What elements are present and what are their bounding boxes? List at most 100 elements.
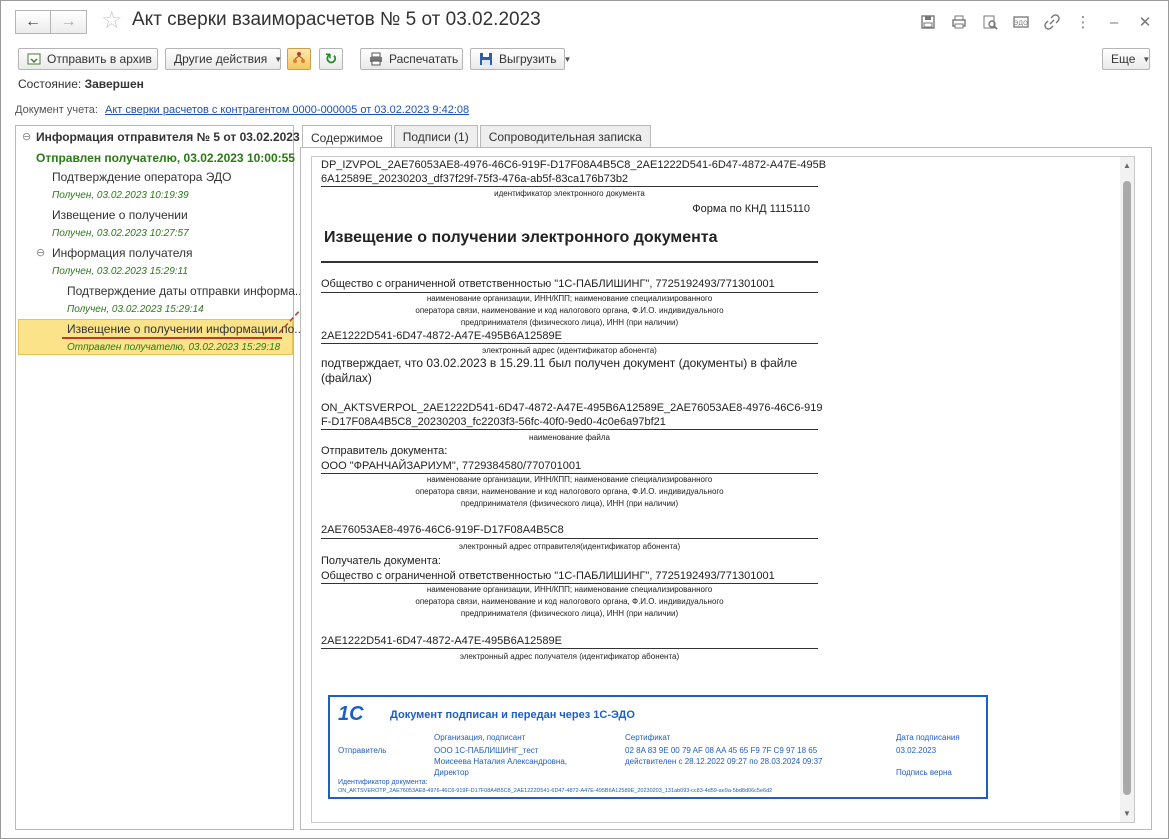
filename-caption: наименование файла (529, 433, 610, 442)
status-label: Состояние: (18, 77, 82, 91)
file-id-line1: DP_IZVPOL_2AE76053AE8-4976-46C6-919F-D17… (321, 159, 827, 171)
address-line: 2AE1222D541-6D47-4872-A47E-495B6A12589E (321, 330, 562, 342)
tree-item-status: Получен, 03.02.2023 10:27:57 (52, 228, 189, 239)
org-caption: оператора связи, наименование и код нало… (415, 487, 724, 496)
file-id-line2: 6A12589E_20230203_df37f29f-75f3-476a-ab5… (321, 173, 629, 185)
tree-item-operator-confirm[interactable]: Подтверждение оператора ЭДО (52, 170, 232, 184)
forward-button[interactable]: → (51, 10, 87, 34)
edo-icon[interactable]: ЭДО (1012, 13, 1030, 31)
tab-cover-note[interactable]: Сопроводительная записка (479, 125, 651, 148)
collapse-icon[interactable]: ⊖ (36, 246, 45, 259)
divider (321, 583, 818, 584)
tab-content[interactable]: Содержимое (302, 125, 392, 149)
scroll-up-icon[interactable]: ▲ (1123, 161, 1131, 170)
tree-root[interactable]: Информация отправителя № 5 от 03.02.2023 (36, 130, 300, 144)
document-view[interactable]: DP_IZVPOL_2AE76053AE8-4976-46C6-919F-D17… (311, 156, 1135, 823)
more-vertical-icon[interactable]: ⋮ (1074, 13, 1092, 31)
divider (321, 186, 818, 187)
org-line: Общество с ограниченной ответственностью… (321, 278, 775, 290)
stamp-org: ООО 1С-ПАБЛИШИНГ_тест (434, 746, 539, 755)
chevron-down-icon: ▼ (274, 54, 283, 64)
org-caption: наименование организации, ИНН/КПП; наиме… (426, 475, 713, 484)
arrow-right-icon: → (60, 13, 77, 30)
refresh-button[interactable]: ↻ (319, 48, 343, 70)
org-caption: предпринимателя (физического лица), ИНН … (460, 318, 679, 327)
tree-item-receiver-info[interactable]: Информация получателя (52, 246, 193, 260)
export-button[interactable]: Выгрузить ▼ (470, 48, 571, 70)
preview-icon[interactable] (981, 13, 999, 31)
stamp-cert-valid: действителен с 28.12.2022 09:27 по 28.03… (625, 757, 823, 766)
title-bar: ← → ☆ Акт сверки взаиморасчетов № 5 от 0… (1, 1, 1168, 43)
export-label: Выгрузить (499, 52, 557, 66)
status-line: Состояние: Завершен (18, 77, 144, 91)
divider (321, 473, 818, 474)
document-heading: Извещение о получении электронного докум… (324, 229, 718, 246)
stamp-person: Моисеева Наталия Александровна, (434, 757, 567, 766)
save-icon[interactable] (919, 13, 937, 31)
tree-item-receipt-notice[interactable]: Извещение о получении (52, 208, 188, 222)
scroll-thumb[interactable] (1123, 181, 1131, 795)
archive-icon (27, 52, 41, 66)
sender-address: 2AE76053AE8-4976-46C6-919F-D17F08A4B5C8 (321, 524, 564, 536)
tree-item-info-receipt-notice[interactable]: Извещение о получении информации по... (67, 322, 304, 336)
knd-form: Форма по КНД 1115110 (692, 203, 810, 215)
sender-address-caption: электронный адрес отправителя(идентифика… (458, 542, 681, 551)
back-button[interactable]: ← (15, 10, 51, 34)
status-value: Завершен (84, 77, 144, 91)
file-id-caption: идентификатор электронного документа (494, 189, 645, 198)
tab-signatures[interactable]: Подписи (1) (393, 125, 478, 148)
divider (321, 429, 818, 430)
print-button[interactable]: Распечатать (360, 48, 463, 70)
svg-text:ЭДО: ЭДО (1014, 20, 1028, 27)
more-label: Еще (1111, 52, 1136, 66)
minimize-icon[interactable]: – (1105, 13, 1123, 31)
stamp-sig-ok: Подпись верна (896, 768, 952, 777)
annotation-underline (62, 337, 282, 339)
chevron-down-icon: ▼ (1142, 54, 1151, 64)
org-caption: предпринимателя (физического лица), ИНН … (460, 499, 679, 508)
org-caption: предпринимателя (физического лица), ИНН … (460, 609, 679, 618)
stamp-col-cert: Сертификат (625, 733, 671, 742)
scroll-down-icon[interactable]: ▼ (1123, 809, 1131, 818)
scrollbar[interactable]: ▲ ▼ (1120, 157, 1134, 822)
printer-icon (369, 52, 383, 66)
archive-label: Отправить в архив (47, 52, 152, 66)
stamp-docid: ON_AKTSVEROTP_2AE76053AE8-4976-46C6-919F… (338, 788, 773, 794)
stamp-docid-label: Идентификатор документа: (338, 779, 428, 786)
print-icon[interactable] (950, 13, 968, 31)
print-label: Распечатать (389, 52, 459, 66)
org-caption: наименование организации, ИНН/КПП; наиме… (426, 294, 713, 303)
signature-stamp: 1С Документ подписан и передан через 1С-… (328, 695, 988, 799)
confirm-text: (файлах) (321, 371, 372, 385)
receiver-label: Получатель документа: (321, 555, 441, 567)
tree-item-status: Получен, 03.02.2023 15:29:14 (67, 304, 204, 315)
receiver-org: Общество с ограниченной ответственностью… (321, 570, 775, 582)
tree-item-send-date-confirm[interactable]: Подтверждение даты отправки информа... (67, 284, 305, 298)
archive-button[interactable]: Отправить в архив (18, 48, 158, 70)
close-icon[interactable]: ✕ (1136, 13, 1154, 31)
receiver-address-caption: электронный адрес получателя (идентифика… (459, 652, 680, 661)
structure-button[interactable] (287, 48, 311, 70)
accounting-doc-label: Документ учета: (15, 104, 98, 116)
divider (321, 538, 818, 539)
favorite-star-icon[interactable]: ☆ (101, 7, 123, 35)
stamp-date: 03.02.2023 (896, 746, 937, 755)
accounting-doc-link[interactable]: Акт сверки расчетов с контрагентом 0000-… (105, 104, 469, 116)
collapse-icon[interactable]: ⊖ (22, 130, 31, 143)
other-actions-label: Другие действия (174, 52, 268, 66)
org-caption: оператора связи, наименование и код нало… (415, 597, 724, 606)
toolbar: Отправить в архив Другие действия ▼ ↻ Ра… (18, 48, 1151, 72)
address-caption: электронный адрес (идентификатор абонент… (482, 346, 657, 355)
accounting-doc-row: Документ учета: Акт сверки расчетов с ко… (15, 104, 469, 116)
divider (321, 343, 818, 344)
sender-label: Отправитель документа: (321, 445, 448, 457)
window-title: Акт сверки взаиморасчетов № 5 от 03.02.2… (132, 9, 541, 30)
tabs: Содержимое Подписи (1) Сопроводительная … (302, 125, 653, 149)
hierarchy-icon (292, 51, 306, 68)
more-button[interactable]: Еще ▼ (1102, 48, 1150, 70)
tab-content-panel: DP_IZVPOL_2AE76053AE8-4976-46C6-919F-D17… (300, 147, 1152, 830)
other-actions-button[interactable]: Другие действия ▼ (165, 48, 283, 70)
tree-item-status: Получен, 03.02.2023 10:19:39 (52, 190, 189, 201)
link-icon[interactable] (1043, 13, 1061, 31)
1c-logo: 1С (338, 703, 364, 725)
